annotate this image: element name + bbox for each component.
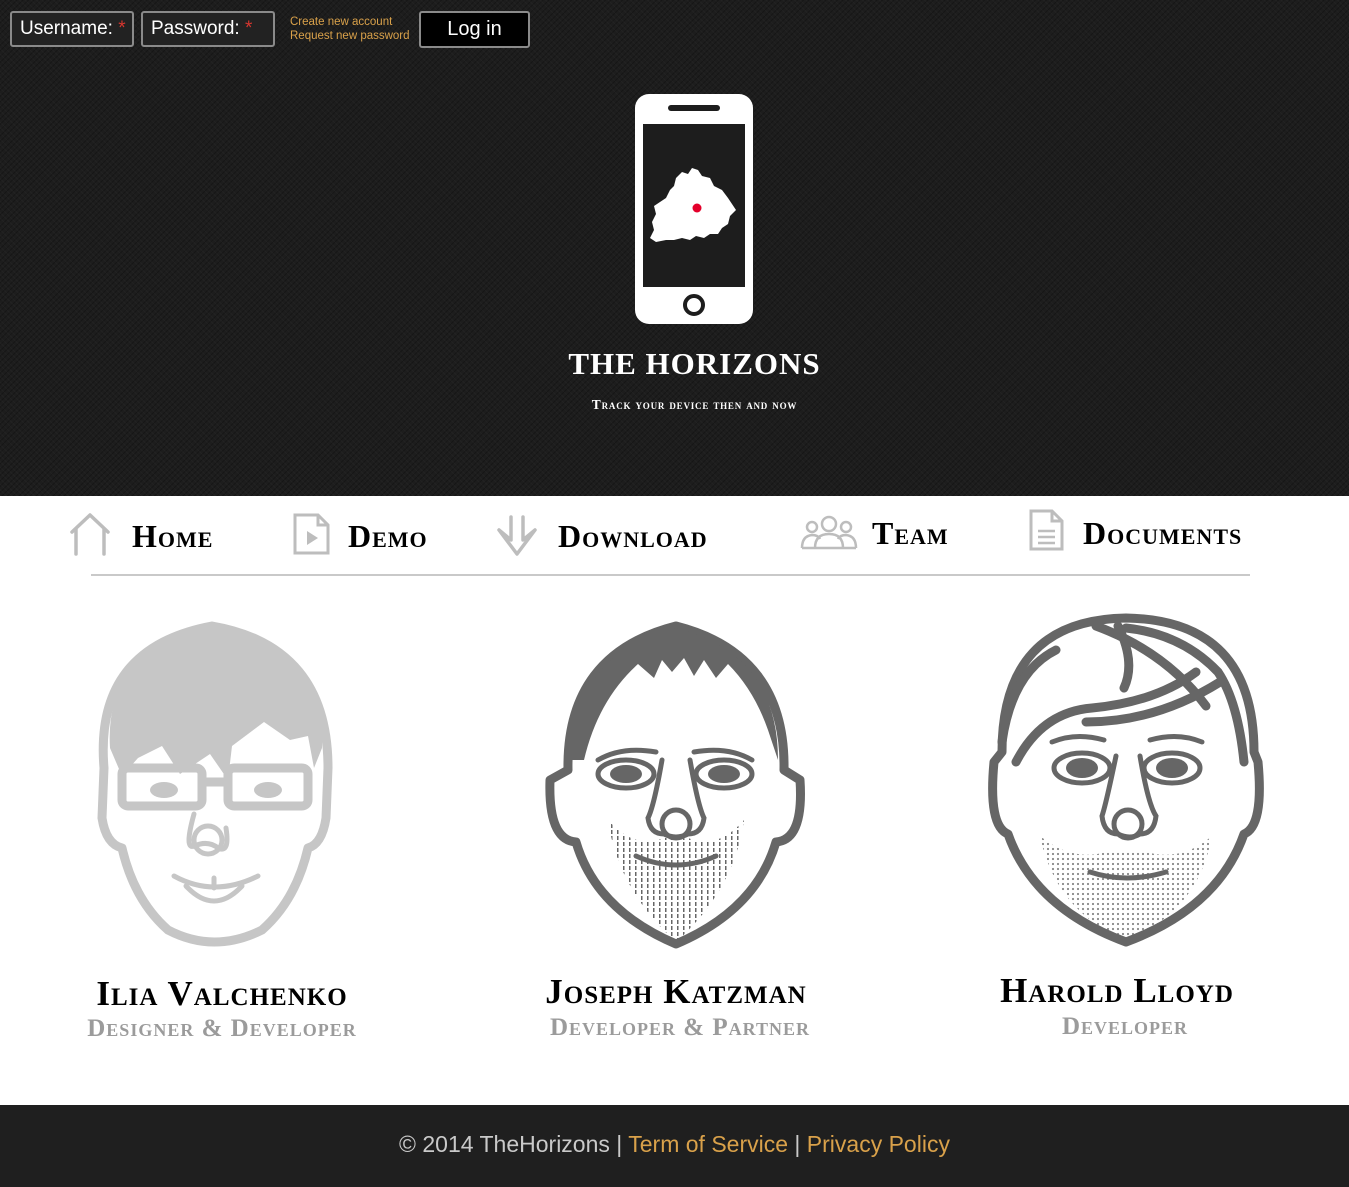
nav-label: Demo: [348, 518, 428, 554]
copyright: © 2014 TheHorizons: [399, 1131, 610, 1157]
home-icon: [70, 513, 110, 556]
nav-label: Download: [558, 518, 708, 554]
footer: © 2014 TheHorizons | Term of Service | P…: [0, 1105, 1349, 1187]
nav-item-home[interactable]: Home: [66, 508, 236, 560]
nav-item-team[interactable]: Team: [798, 506, 968, 558]
member-name: Joseph Katzman: [545, 972, 807, 1011]
member-role: Developer: [1061, 1013, 1189, 1040]
team-icon: [800, 515, 858, 550]
document-icon: [1029, 509, 1064, 551]
nav-item-download[interactable]: Download: [494, 508, 744, 560]
username-field[interactable]: Username: *: [10, 11, 134, 47]
footer-separator: |: [616, 1131, 623, 1157]
password-label: Password:: [151, 18, 240, 39]
required-mark: *: [244, 18, 253, 39]
member-avatar-joseph: [545, 621, 805, 949]
create-account-link[interactable]: Create new account: [290, 16, 392, 28]
nav-item-documents[interactable]: Documents: [1026, 506, 1286, 558]
member-name: Harold Lloyd: [1000, 971, 1234, 1010]
download-arrow-icon: [497, 515, 537, 556]
nav-label: Documents: [1083, 515, 1243, 551]
play-document-icon: [293, 513, 330, 555]
member-name: Ilia Valchenko: [96, 974, 348, 1013]
member-avatar-harold: [988, 613, 1264, 947]
privacy-link[interactable]: Privacy Policy: [807, 1131, 950, 1157]
nav-label: Team: [872, 515, 949, 551]
member-role: Developer & Partner: [549, 1014, 811, 1041]
footer-separator: |: [794, 1131, 801, 1157]
login-button[interactable]: Log in: [419, 11, 530, 48]
member-role: Designer & Developer: [87, 1015, 357, 1042]
phone-map-icon: [635, 94, 753, 324]
location-marker: [692, 203, 702, 213]
site-title: THE HORIZONS: [568, 346, 821, 381]
nav-label: Home: [132, 518, 214, 554]
password-field[interactable]: Password: *: [141, 11, 275, 47]
request-password-link[interactable]: Request new password: [290, 30, 410, 42]
site-tagline: Track your device then and now: [591, 397, 798, 412]
username-label: Username:: [20, 18, 113, 39]
terms-link[interactable]: Term of Service: [628, 1131, 788, 1157]
member-avatar-ilia: [97, 621, 333, 947]
header: Username: * Password: * Create new accou…: [0, 0, 1349, 496]
required-mark: *: [118, 18, 126, 39]
nav-item-demo[interactable]: Demo: [290, 508, 450, 560]
nav-divider: [91, 574, 1250, 576]
